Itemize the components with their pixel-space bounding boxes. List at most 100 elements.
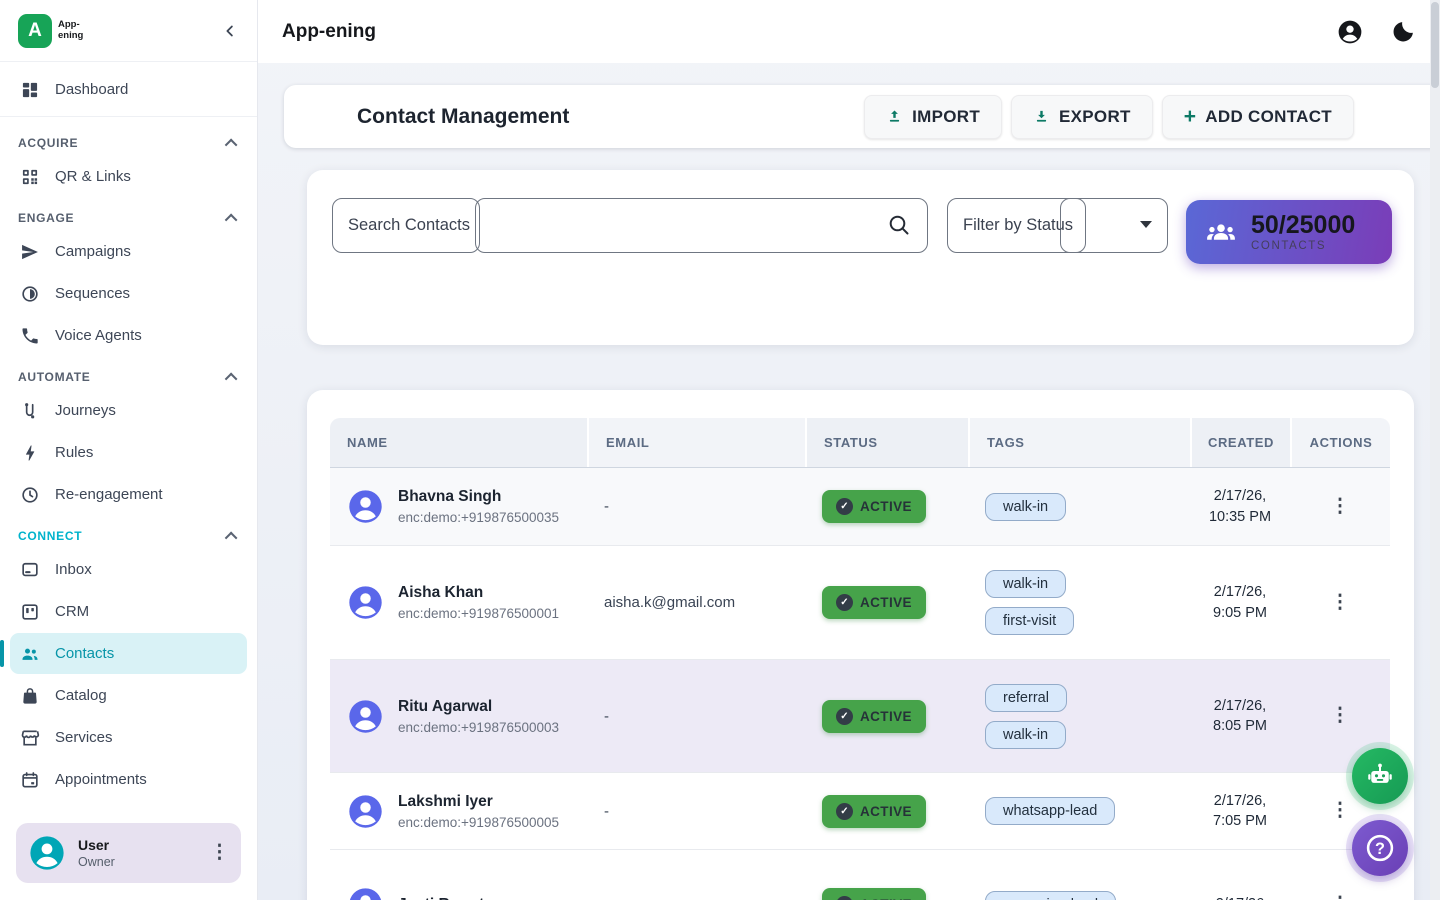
- clock-icon: [20, 485, 40, 505]
- sidebar-item-sequences[interactable]: Sequences: [10, 273, 247, 314]
- status-filter-select[interactable]: Filter by Status: [947, 198, 1168, 253]
- user-menu-icon[interactable]: ⋮: [210, 847, 229, 859]
- sidebar-item-services[interactable]: Services: [10, 717, 247, 758]
- people-icon: [20, 644, 40, 664]
- tag-pill: walk-in: [985, 493, 1066, 521]
- user-card[interactable]: User Owner ⋮: [16, 823, 241, 883]
- sidebar-section-automate[interactable]: AUTOMATE: [0, 357, 257, 389]
- table-row[interactable]: Ritu Agarwalenc:demo:+919876500003-✓ACTI…: [330, 659, 1390, 772]
- sidebar-item-dashboard[interactable]: Dashboard: [10, 69, 247, 110]
- help-icon: ?: [1363, 831, 1397, 865]
- bolt-icon: [20, 443, 40, 463]
- tag-pill: campaign-lead: [985, 891, 1116, 900]
- cell-email: -: [587, 708, 805, 725]
- status-label: ACTIVE: [860, 709, 912, 724]
- section-label: ENGAGE: [18, 211, 74, 225]
- status-badge: ✓ACTIVE: [822, 888, 926, 900]
- row-actions-menu-icon[interactable]: ⋮: [1331, 710, 1350, 722]
- table-row[interactable]: Jyoti Rawat✓ACTIVEcampaign-lead2/17/26⋮: [330, 849, 1390, 900]
- sidebar: A App- ening Dashboard ACQUIRE QR & Links E…: [0, 0, 258, 900]
- kanban-icon: [20, 602, 40, 622]
- status-badge: ✓ACTIVE: [822, 795, 926, 828]
- search-icon[interactable]: [887, 213, 911, 242]
- route-icon: [20, 401, 40, 421]
- status-badge: ✓ACTIVE: [822, 700, 926, 733]
- help-fab[interactable]: ?: [1352, 820, 1408, 876]
- sidebar-item-qr-links[interactable]: QR & Links: [10, 156, 247, 197]
- table-row[interactable]: Lakshmi Iyerenc:demo:+919876500005-✓ACTI…: [330, 772, 1390, 849]
- sidebar-item-label: QR & Links: [55, 168, 131, 185]
- scrollbar-thumb[interactable]: [1431, 2, 1439, 88]
- cell-created: 2/17/26,10:35 PM: [1190, 486, 1290, 527]
- user-role: Owner: [78, 855, 115, 869]
- sidebar-section-engage[interactable]: ENGAGE: [0, 198, 257, 230]
- dark-mode-moon-icon[interactable]: [1391, 19, 1416, 44]
- contacts-table-card: NAMEEMAILSTATUSTAGSCREATEDACTIONS Bhavna…: [307, 390, 1414, 900]
- help-glyph: ?: [1375, 840, 1385, 858]
- sidebar-item-campaigns[interactable]: Campaigns: [10, 231, 247, 272]
- row-actions-menu-icon[interactable]: ⋮: [1331, 597, 1350, 609]
- phone-icon: [20, 326, 40, 346]
- section-label: ACQUIRE: [18, 136, 78, 150]
- sidebar-item-journeys[interactable]: Journeys: [10, 390, 247, 431]
- tag-pill: first-visit: [985, 607, 1074, 635]
- user-name: User: [78, 837, 115, 853]
- contacts-table: NAMEEMAILSTATUSTAGSCREATEDACTIONS Bhavna…: [330, 418, 1390, 900]
- created-time: 10:35 PM: [1209, 507, 1271, 527]
- status-label: ACTIVE: [860, 499, 912, 514]
- cell-actions: ⋮: [1290, 710, 1390, 722]
- table-row[interactable]: Aisha Khanenc:demo:+919876500001aisha.k@…: [330, 545, 1390, 659]
- sidebar-item-appointments[interactable]: Appointments: [10, 759, 247, 800]
- contacts-group-icon: [1204, 215, 1238, 249]
- export-button[interactable]: EXPORT: [1011, 95, 1153, 139]
- sidebar-collapse-icon[interactable]: [221, 22, 239, 40]
- sidebar-item-catalog[interactable]: Catalog: [10, 675, 247, 716]
- sidebar-section-connect[interactable]: CONNECT: [0, 516, 257, 548]
- contact-avatar-icon: [347, 793, 384, 830]
- sidebar-item-label: Rules: [55, 444, 93, 461]
- column-header-name: NAME: [330, 418, 587, 467]
- user-avatar: [28, 834, 66, 872]
- contacts-count-caption: CONTACTS: [1251, 240, 1355, 252]
- search-input[interactable]: Search Contacts: [332, 198, 928, 253]
- sidebar-item-contacts[interactable]: Contacts: [10, 633, 247, 674]
- sequence-icon: [20, 284, 40, 304]
- add-contact-label: ADD CONTACT: [1205, 107, 1332, 127]
- assistant-bot-fab[interactable]: [1352, 748, 1408, 804]
- contact-phone: enc:demo:+919876500005: [398, 815, 559, 830]
- cell-actions: ⋮: [1290, 805, 1390, 817]
- import-button[interactable]: IMPORT: [864, 95, 1002, 139]
- section-label: CONNECT: [18, 529, 82, 543]
- calendar-icon: [20, 770, 40, 790]
- cell-status: ✓ACTIVE: [805, 700, 968, 733]
- account-icon[interactable]: [1337, 19, 1363, 45]
- vertical-scrollbar[interactable]: [1430, 0, 1440, 900]
- sidebar-item-crm[interactable]: CRM: [10, 591, 247, 632]
- cell-tags: campaign-lead: [968, 891, 1190, 900]
- app-logo-text: App- ening: [58, 20, 83, 42]
- download-icon: [1033, 108, 1050, 125]
- add-contact-button[interactable]: + ADD CONTACT: [1162, 95, 1354, 139]
- sidebar-item-voice-agents[interactable]: Voice Agents: [10, 315, 247, 356]
- cell-actions: ⋮: [1290, 597, 1390, 609]
- chevron-up-icon: [225, 138, 238, 151]
- cell-status: ✓ACTIVE: [805, 490, 968, 523]
- contact-phone: enc:demo:+919876500003: [398, 720, 559, 735]
- sidebar-item-rules[interactable]: Rules: [10, 432, 247, 473]
- check-icon: ✓: [836, 896, 853, 900]
- cell-email: -: [587, 498, 805, 515]
- row-actions-menu-icon[interactable]: ⋮: [1331, 501, 1350, 513]
- created-date: 2/17/26,: [1214, 791, 1266, 811]
- sidebar-logo-row: A App- ening: [0, 0, 257, 62]
- table-row[interactable]: Bhavna Singhenc:demo:+919876500035-✓ACTI…: [330, 468, 1390, 545]
- sidebar-item-re-engagement[interactable]: Re-engagement: [10, 474, 247, 515]
- cell-created: 2/17/26,9:05 PM: [1190, 582, 1290, 623]
- cell-name: Ritu Agarwalenc:demo:+919876500003: [330, 698, 587, 735]
- sidebar-section-acquire[interactable]: ACQUIRE: [0, 123, 257, 155]
- row-actions-menu-icon[interactable]: ⋮: [1331, 805, 1350, 817]
- sidebar-item-inbox[interactable]: Inbox: [10, 549, 247, 590]
- cell-status: ✓ACTIVE: [805, 888, 968, 900]
- cell-status: ✓ACTIVE: [805, 586, 968, 619]
- sidebar-item-label: Inbox: [55, 561, 92, 578]
- column-header-tags: TAGS: [968, 418, 1190, 467]
